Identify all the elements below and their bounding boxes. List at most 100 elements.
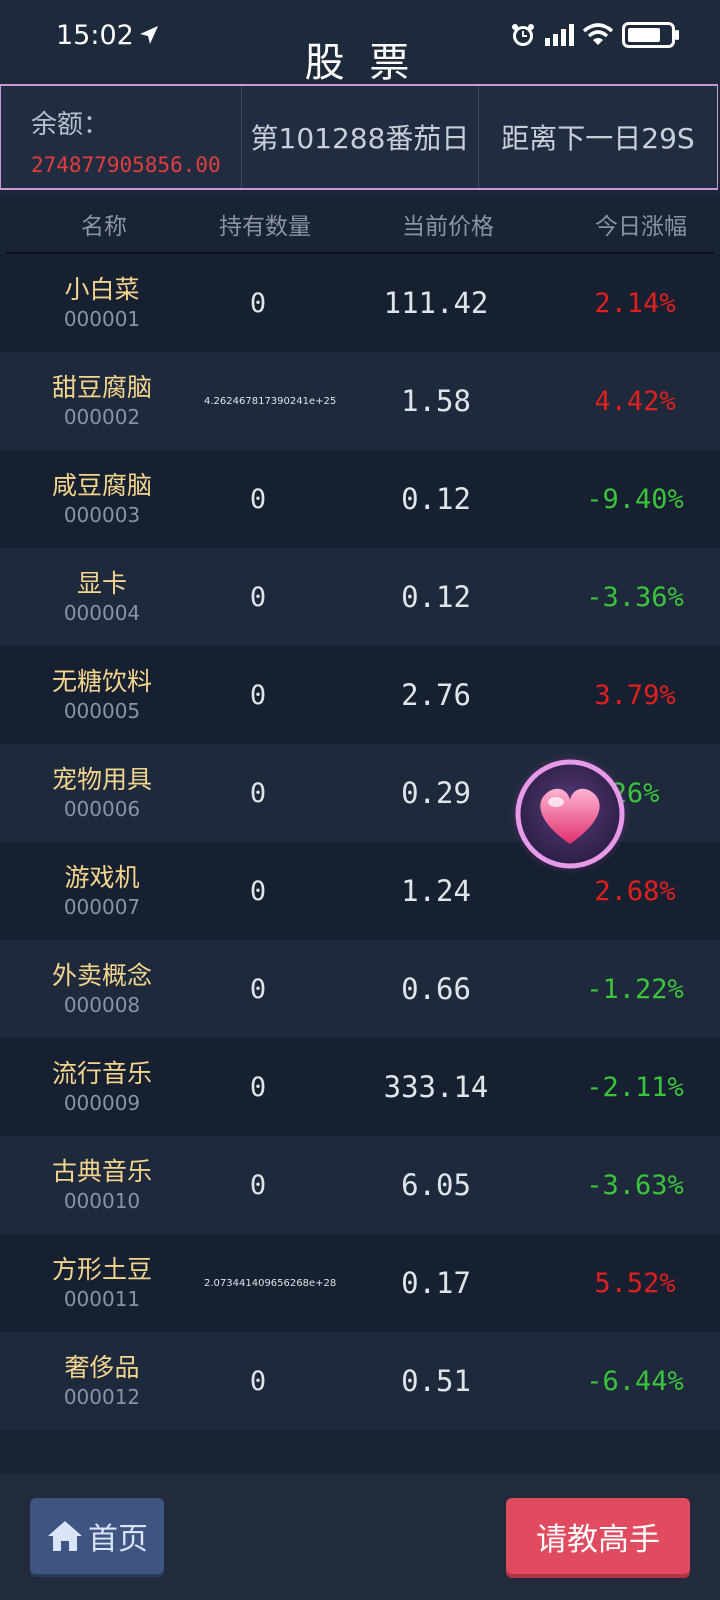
balance-label: 余额：	[31, 110, 110, 140]
header-price: 当前价格	[402, 214, 494, 240]
alarm-icon	[512, 24, 534, 46]
stock-code: 000010	[63, 1189, 141, 1213]
daily-change: 4.42%	[594, 385, 676, 417]
home-button[interactable]: 首页	[30, 1498, 164, 1574]
home-button-label: 首页	[88, 1522, 148, 1557]
stock-code: 000007	[63, 895, 141, 919]
stock-code: 000006	[63, 797, 141, 821]
daily-change: 5.52%	[594, 1267, 676, 1299]
current-price: 1.24	[401, 874, 471, 908]
holding-quantity: 0	[249, 581, 267, 613]
stock-name-cell: 宠物用具 000006	[0, 764, 204, 822]
stock-name: 外卖概念	[51, 961, 152, 990]
holding-quantity: 0	[249, 1169, 267, 1201]
holding-quantity: 0	[249, 875, 267, 907]
daily-change: -3.36%	[586, 581, 684, 613]
next-day-countdown: 距离下一日29S	[478, 86, 717, 188]
holding-quantity: 0	[249, 483, 267, 515]
holding-quantity: 0	[249, 287, 267, 319]
header-name: 名称	[81, 214, 127, 240]
stock-code: 000009	[63, 1091, 141, 1115]
current-price: 6.05	[401, 1168, 471, 1202]
holding-quantity: 0	[249, 777, 267, 809]
table-row[interactable]: 外卖概念 000008 0 0.66 -1.22%	[0, 940, 720, 1038]
stock-name: 古典音乐	[51, 1157, 152, 1186]
table-row[interactable]: 方形土豆 000011 2.073441409656268e+28 0.17 5.52%	[0, 1234, 720, 1332]
table-row[interactable]: 奢侈品 000012 0 0.51 -6.44%	[0, 1332, 720, 1430]
daily-change: 2.68%	[594, 875, 676, 907]
holding-quantity: 0	[249, 973, 267, 1005]
stock-name: 甜豆腐脑	[51, 373, 152, 402]
stock-code: 000002	[63, 405, 141, 429]
stock-name: 无糖饮料	[51, 667, 152, 696]
header-change: 今日涨幅	[595, 214, 687, 240]
table-header: 名称 持有数量 当前价格 今日涨幅	[6, 196, 714, 254]
table-row[interactable]: 咸豆腐脑 000003 0 0.12 -9.40%	[0, 450, 720, 548]
holding-quantity: 4.262467817390241e+25	[204, 395, 337, 407]
stock-code: 000005	[63, 699, 141, 723]
heart-icon[interactable]	[508, 752, 632, 876]
holding-quantity: 0	[249, 1365, 267, 1397]
current-price: 0.12	[401, 580, 471, 614]
stock-name: 宠物用具	[51, 765, 152, 794]
balance-cell: 余额： 274877905856.00	[1, 86, 241, 188]
daily-change: -1.22%	[586, 973, 684, 1005]
system-icons	[510, 22, 680, 48]
daily-change: -2.11%	[586, 1071, 684, 1103]
daily-change: 2.14%	[594, 287, 676, 319]
current-price: 111.42	[383, 286, 489, 320]
holding-quantity: 0	[249, 1071, 267, 1103]
day-counter: 第101288番茄日	[241, 86, 478, 188]
stock-code: 000008	[63, 993, 141, 1017]
stock-name-cell: 无糖饮料 000005	[0, 666, 204, 724]
stock-name-cell: 甜豆腐脑 000002	[0, 372, 204, 430]
stock-code: 000012	[63, 1385, 141, 1409]
ask-expert-button[interactable]: 请教高手	[506, 1498, 690, 1574]
stock-name-cell: 外卖概念 000008	[0, 960, 204, 1018]
balance-value: 274877905856.00	[31, 153, 221, 177]
daily-change: -6.44%	[586, 1365, 684, 1397]
home-icon	[48, 1521, 82, 1551]
status-bar: 15:02 股 票	[0, 0, 720, 86]
table-row[interactable]: 小白菜 000001 0 111.42 2.14%	[0, 254, 720, 352]
stock-name-cell: 小白菜 000001	[0, 274, 204, 332]
holding-quantity: 0	[249, 679, 267, 711]
stock-name: 流行音乐	[51, 1059, 152, 1088]
table-row[interactable]: 甜豆腐脑 000002 4.262467817390241e+25 1.58 4.42%	[0, 352, 720, 450]
account-info-bar: 余额： 274877905856.00 第101288番茄日 距离下一日29S	[0, 84, 718, 190]
current-price: 0.17	[401, 1266, 471, 1300]
stock-code: 000003	[63, 503, 141, 527]
current-price: 0.51	[401, 1364, 471, 1398]
stock-code: 000011	[63, 1287, 141, 1311]
wifi-icon	[582, 23, 614, 45]
stock-name-cell: 显卡 000004	[0, 568, 204, 626]
current-price: 0.66	[401, 972, 471, 1006]
stock-name-cell: 古典音乐 000010	[0, 1156, 204, 1214]
header-quantity: 持有数量	[219, 214, 311, 240]
signal-icon	[545, 24, 574, 46]
stock-name: 咸豆腐脑	[51, 471, 152, 500]
daily-change: 3.79%	[594, 679, 676, 711]
daily-change: -3.63%	[586, 1169, 684, 1201]
stock-name: 奢侈品	[64, 1353, 140, 1382]
stock-name: 方形土豆	[51, 1255, 152, 1284]
battery-icon	[622, 22, 679, 48]
stock-name-cell: 游戏机 000007	[0, 862, 204, 920]
footer-bar: 首页 请教高手	[0, 1474, 720, 1600]
stock-code: 000004	[63, 601, 141, 625]
table-row[interactable]: 流行音乐 000009 0 333.14 -2.11%	[0, 1038, 720, 1136]
current-price: 2.76	[401, 678, 471, 712]
table-row[interactable]: 显卡 000004 0 0.12 -3.36%	[0, 548, 720, 646]
stock-code: 000001	[63, 307, 141, 331]
stock-name-cell: 流行音乐 000009	[0, 1058, 204, 1116]
current-price: 333.14	[383, 1070, 489, 1104]
stock-name-cell: 奢侈品 000012	[0, 1352, 204, 1410]
stock-name-cell: 咸豆腐脑 000003	[0, 470, 204, 528]
table-row[interactable]: 古典音乐 000010 0 6.05 -3.63%	[0, 1136, 720, 1234]
stock-name-cell: 方形土豆 000011	[0, 1254, 204, 1312]
stock-name: 游戏机	[64, 863, 140, 892]
stock-name: 显卡	[76, 569, 127, 598]
daily-change: -9.40%	[586, 483, 684, 515]
holding-quantity: 2.073441409656268e+28	[204, 1277, 337, 1289]
table-row[interactable]: 无糖饮料 000005 0 2.76 3.79%	[0, 646, 720, 744]
